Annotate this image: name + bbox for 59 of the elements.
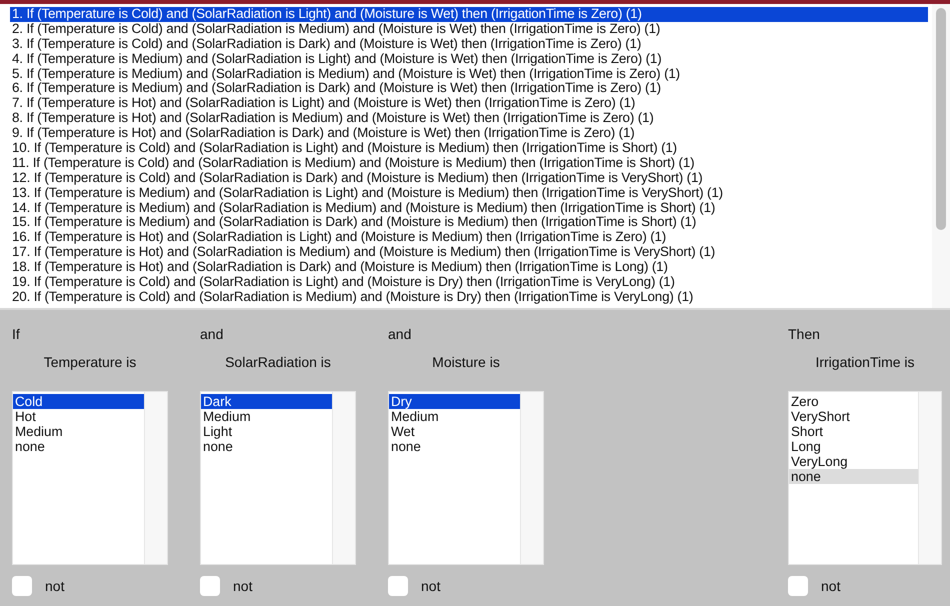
list-item[interactable]: Dark [201, 394, 332, 409]
rule-item[interactable]: 8. If (Temperature is Hot) and (SolarRadiation is Medium) and (Moisture is Wet) then (IrrigationTime is Zero) (1) [10, 111, 928, 126]
list-item[interactable]: none [13, 439, 144, 454]
list-item[interactable]: Dry [389, 394, 520, 409]
rule-item[interactable]: 11. If (Temperature is Cold) and (SolarRadiation is Medium) and (Moisture is Medium) then (IrrigationTime is Short) (1) [10, 156, 928, 171]
not-checkbox[interactable] [200, 576, 220, 596]
variable-label: Temperature is [44, 354, 136, 370]
list-item[interactable]: Short [789, 424, 918, 439]
rule-item[interactable]: 3. If (Temperature is Cold) and (SolarRadiation is Dark) and (Moisture is Wet) then (IrrigationTime is Zero) (1) [10, 36, 928, 52]
checkbox-label: not [45, 578, 64, 594]
rule-item[interactable]: 12. If (Temperature is Cold) and (SolarRadiation is Dark) and (Moisture is Medium) then (IrrigationTime is VeryShort) (1) [10, 170, 928, 186]
scrollbar[interactable] [332, 392, 355, 564]
connective-label: Then [788, 326, 820, 344]
rule-item[interactable]: 10. If (Temperature is Cold) and (SolarRadiation is Light) and (Moisture is Medium) then (IrrigationTime is Short) (1) [10, 141, 928, 156]
rule-item[interactable]: 16. If (Temperature is Hot) and (SolarRadiation is Light) and (Moisture is Medium) then (IrrigationTime is Zero) (1) [10, 230, 928, 246]
not-checkbox[interactable] [388, 576, 408, 596]
rule-item[interactable]: 19. If (Temperature is Cold) and (SolarRadiation is Light) and (Moisture is Dry) then (IrrigationTime is VeryLong) (1) [10, 275, 928, 290]
list-item[interactable]: Cold [13, 394, 144, 409]
checkbox-label: not [421, 578, 440, 594]
variable-label: IrrigationTime is [815, 354, 915, 370]
checkbox-label: not [233, 578, 252, 594]
checkbox-label: not [821, 578, 840, 594]
list-item[interactable]: Medium [13, 424, 144, 439]
list-item[interactable]: Wet [389, 424, 520, 439]
scrollbar[interactable] [918, 392, 941, 564]
rule-item[interactable]: 7. If (Temperature is Hot) and (SolarRadiation is Light) and (Moisture is Wet) then (IrrigationTime is Zero) (1) [10, 96, 928, 112]
list-item[interactable]: none [789, 469, 918, 484]
list-item[interactable]: VeryShort [789, 409, 918, 424]
scrollbar[interactable] [520, 392, 543, 564]
variable-label: SolarRadiation is [225, 354, 331, 370]
list-item[interactable]: none [389, 439, 520, 454]
rule-item[interactable]: 6. If (Temperature is Medium) and (SolarRadiation is Dark) and (Moisture is Wet) then (IrrigationTime is Zero) (1) [10, 81, 928, 96]
rule-item[interactable]: 1. If (Temperature is Cold) and (SolarRadiation is Light) and (Moisture is Wet) then (IrrigationTime is Zero) (1) [10, 7, 928, 22]
scrollbar[interactable] [932, 4, 950, 308]
list-item[interactable]: Hot [13, 409, 144, 424]
connective-label: and [388, 326, 412, 344]
not-checkbox[interactable] [12, 576, 32, 596]
rule-item[interactable]: 15. If (Temperature is Medium) and (SolarRadiation is Dark) and (Moisture is Medium) then (IrrigationTime is Short) (1) [10, 215, 928, 230]
list-item[interactable]: Long [789, 439, 918, 454]
rule-item[interactable]: 9. If (Temperature is Hot) and (SolarRadiation is Dark) and (Moisture is Wet) then (IrrigationTime is Zero) (1) [10, 126, 928, 142]
rule-item[interactable]: 4. If (Temperature is Medium) and (SolarRadiation is Light) and (Moisture is Wet) then (IrrigationTime is Zero) (1) [10, 52, 928, 67]
scrollbar[interactable] [144, 392, 167, 564]
rule-item[interactable]: 20. If (Temperature is Cold) and (SolarRadiation is Medium) and (Moisture is Dry) then (IrrigationTime is VeryLong) (1) [10, 290, 928, 305]
list-item[interactable]: VeryLong [789, 454, 918, 469]
rule-item[interactable]: 5. If (Temperature is Medium) and (SolarRadiation is Medium) and (Moisture is Wet) then (IrrigationTime is Zero) (1) [10, 66, 928, 82]
rule-item[interactable]: 18. If (Temperature is Hot) and (SolarRadiation is Dark) and (Moisture is Medium) then (IrrigationTime is Long) (1) [10, 260, 928, 276]
connective-label: and [200, 326, 224, 344]
list-item[interactable]: Medium [201, 409, 332, 424]
not-checkbox[interactable] [788, 576, 808, 596]
list-item[interactable]: Medium [389, 409, 520, 424]
list-item[interactable]: Light [201, 424, 332, 439]
rule-item[interactable]: 2. If (Temperature is Cold) and (SolarRadiation is Medium) and (Moisture is Wet) then (IrrigationTime is Zero) (1) [10, 22, 928, 37]
variable-label: Moisture is [432, 354, 500, 370]
rule-item[interactable]: 14. If (Temperature is Medium) and (SolarRadiation is Medium) and (Moisture is Medium) then (IrrigationTime is Short) (1) [10, 200, 928, 216]
rule-item[interactable]: 13. If (Temperature is Medium) and (SolarRadiation is Light) and (Moisture is Medium) then (IrrigationTime is VeryShort) (1) [10, 186, 928, 201]
list-item[interactable]: none [201, 439, 332, 454]
rule-item[interactable]: 17. If (Temperature is Hot) and (SolarRadiation is Medium) and (Moisture is Medium) then (IrrigationTime is VeryShort) (1) [10, 245, 928, 260]
connective-label: If [12, 326, 20, 344]
list-item[interactable]: Zero [789, 394, 918, 409]
